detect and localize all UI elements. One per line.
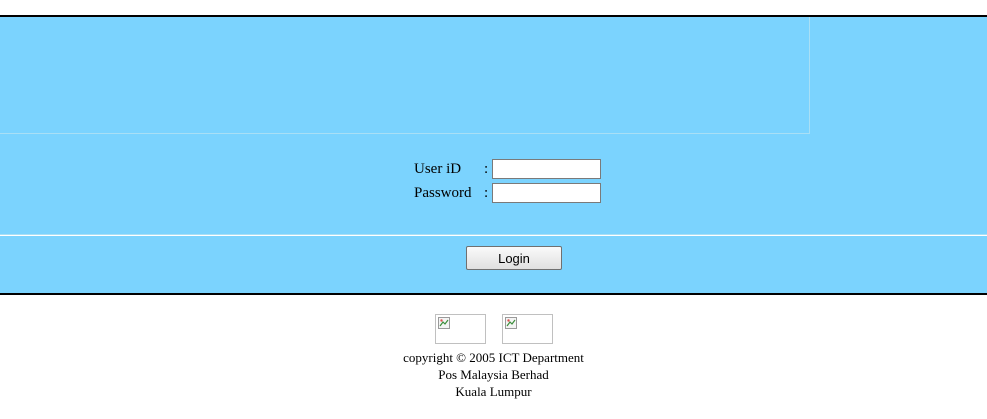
footer-company: Pos Malaysia Berhad xyxy=(438,367,549,382)
footer: copyright © 2005 ICT Department Pos Mala… xyxy=(0,349,987,400)
password-row: Password : xyxy=(414,182,601,204)
banner-area xyxy=(0,17,810,134)
footer-copyright: copyright © 2005 ICT Department xyxy=(403,350,584,365)
login-panel: User iD : Password : Login xyxy=(0,15,987,295)
login-button[interactable]: Login xyxy=(466,246,562,270)
footer-location: Kuala Lumpur xyxy=(455,384,532,399)
login-page: User iD : Password : Login copyright © 2… xyxy=(0,0,987,419)
user-id-row: User iD : xyxy=(414,158,601,180)
footer-image-row xyxy=(0,314,987,344)
footer-image-2[interactable] xyxy=(501,314,553,344)
footer-image-1[interactable] xyxy=(434,314,486,344)
password-label: Password xyxy=(414,184,472,201)
user-id-input[interactable] xyxy=(492,159,601,179)
form-divider xyxy=(0,234,987,236)
broken-image-icon xyxy=(437,317,450,329)
password-separator: : xyxy=(484,184,489,201)
broken-image-icon xyxy=(504,317,517,329)
user-id-separator: : xyxy=(484,160,489,177)
user-id-label: User iD xyxy=(414,160,462,177)
password-input[interactable] xyxy=(492,183,601,203)
